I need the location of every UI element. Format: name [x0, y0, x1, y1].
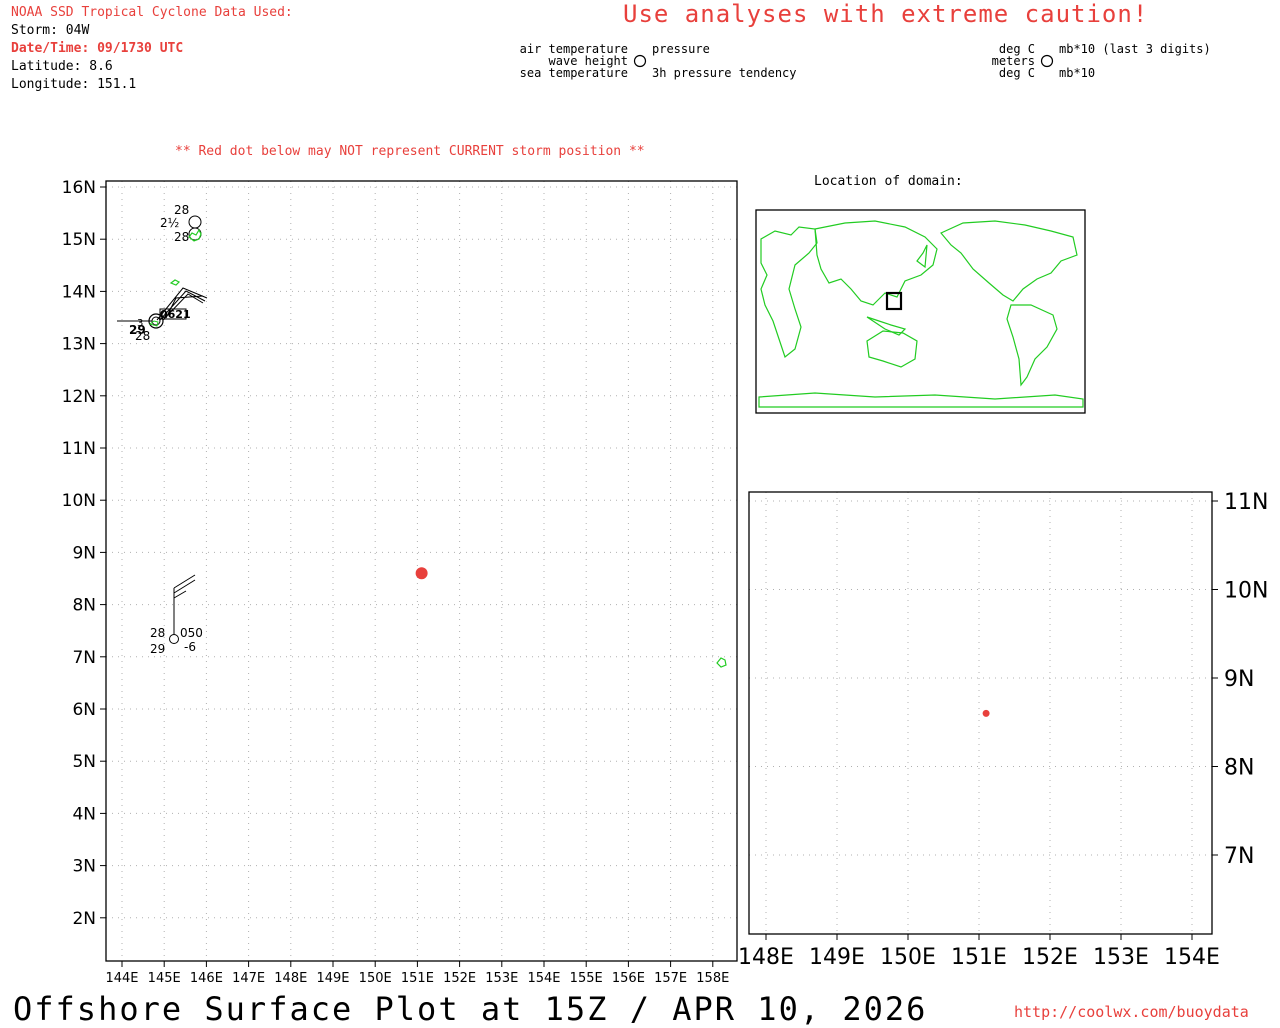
location-inset-map	[755, 209, 1086, 414]
main-lon-label: 158E	[696, 971, 729, 986]
main-lat-label: 3N	[72, 857, 96, 877]
source-line: NOAA SSD Tropical Cyclone Data Used:	[11, 5, 293, 20]
station-lower-pressure: 050	[180, 626, 203, 640]
main-lon-label: 145E	[148, 971, 181, 986]
station-cluster-label-c: 3	[137, 318, 143, 329]
zoom-lat-label: 11N	[1224, 490, 1268, 515]
inset-title: Location of domain:	[814, 174, 963, 189]
zoom-lat-label: 9N	[1224, 667, 1254, 692]
main-lon-label: 148E	[274, 971, 307, 986]
latitude: Latitude: 8.6	[11, 59, 113, 74]
main-lat-label: 5N	[72, 752, 96, 772]
station-lower-air-temp: 28	[150, 626, 165, 640]
zoom-storm-position-dot	[982, 709, 990, 717]
main-lon-label: 152E	[443, 971, 476, 986]
main-lon-label: 144E	[105, 971, 138, 986]
zoom-lon-label: 148E	[738, 945, 794, 970]
station-lower: 28 050 29 -6	[150, 574, 203, 656]
station-upper-wave: 2½	[160, 216, 179, 230]
legend-pressure: pressure	[652, 42, 710, 56]
storm-id: Storm: 04W	[11, 23, 90, 38]
main-lat-label: 7N	[72, 648, 96, 668]
station-upper-sea-temp: 28	[174, 230, 189, 244]
zoom-map: 11N 10N 9N 8N 7N 148E 149E 150E 151E 152E 153E 154E	[738, 490, 1268, 970]
main-lon-label: 154E	[527, 971, 560, 986]
station-lower-tendency: -6	[184, 640, 196, 654]
main-lat-label: 6N	[72, 700, 96, 720]
legend-station-circle-icon	[633, 54, 647, 68]
main-lon-label: 155E	[570, 971, 603, 986]
station-cluster-label-b: 28	[135, 329, 150, 343]
station-upper: 28 2½ 28	[160, 203, 202, 244]
legend-sea-temperature: sea temperature	[519, 66, 628, 80]
legend-pressure-tendency: 3h pressure tendency	[652, 66, 797, 80]
zoom-lon-label: 151E	[951, 945, 1007, 970]
main-lat-label: 9N	[72, 543, 96, 563]
station-cluster: 0621 29 28 3	[117, 279, 208, 343]
caution-warning: Use analyses with extreme caution!	[623, 0, 1149, 28]
legend-units-circle-icon	[1040, 54, 1054, 68]
legend-unit-deg-c-bottom: deg C	[998, 66, 1035, 80]
main-lat-label: 12N	[62, 387, 96, 407]
plot-title: Offshore Surface Plot at 15Z / APR 10, 2…	[13, 990, 928, 1028]
zoom-lon-label: 150E	[880, 945, 936, 970]
zoom-lon-label: 154E	[1164, 945, 1220, 970]
main-lat-label: 13N	[62, 335, 96, 355]
main-lat-label: 14N	[62, 282, 96, 302]
station-lower-circle-icon	[169, 634, 179, 644]
source-url[interactable]: http://coolwx.com/buoydata	[1014, 1003, 1249, 1021]
main-lon-label: 146E	[190, 971, 223, 986]
station-cluster-label-d: 0621	[160, 308, 191, 321]
island-cluster-coastline	[169, 279, 181, 286]
zoom-map-axis-labels: 11N 10N 9N 8N 7N 148E 149E 150E 151E 152E 153E 154E	[738, 490, 1268, 970]
main-lon-label: 149E	[316, 971, 349, 986]
zoom-lon-label: 149E	[809, 945, 865, 970]
zoom-lon-label: 153E	[1093, 945, 1149, 970]
main-lon-label: 150E	[359, 971, 392, 986]
main-lat-label: 15N	[62, 230, 96, 250]
main-lon-label: 147E	[232, 971, 265, 986]
station-lower-sea-temp: 29	[150, 642, 165, 656]
main-lat-label: 11N	[62, 439, 96, 459]
main-lon-label: 151E	[401, 971, 434, 986]
storm-position-dot	[415, 567, 428, 580]
main-lat-label: 2N	[72, 909, 96, 929]
zoom-lat-label: 7N	[1224, 844, 1254, 869]
zoom-map-frame	[748, 491, 1213, 935]
legend-unit-mb-last3: mb*10 (last 3 digits)	[1059, 42, 1211, 56]
main-lon-label: 153E	[485, 971, 518, 986]
main-lat-label: 16N	[62, 178, 96, 198]
station-upper-air-temp: 28	[174, 203, 189, 217]
station-upper-circle-icon	[188, 215, 202, 229]
longitude: Longitude: 151.1	[11, 77, 137, 92]
main-lon-label: 157E	[654, 971, 687, 986]
zoom-map-grid	[749, 492, 1218, 940]
main-lat-label: 10N	[62, 491, 96, 511]
main-map: 16N 15N 14N 13N 12N 11N 10N 9N 8N 7N 6N 5N 4N 3N 2N 144…	[62, 178, 738, 986]
zoom-lat-label: 10N	[1224, 579, 1268, 604]
date-time: Date/Time: 09/1730 UTC	[11, 41, 184, 56]
main-lon-label: 156E	[612, 971, 645, 986]
main-lat-label: 4N	[72, 804, 96, 824]
legend-unit-mb10: mb*10	[1059, 66, 1096, 80]
main-map-axis-labels: 16N 15N 14N 13N 12N 11N 10N 9N 8N 7N 6N 5N 4N 3N 2N 144…	[62, 178, 730, 986]
island-east-coastline	[716, 657, 727, 668]
red-dot-notice: ** Red dot below may NOT represent CURRE…	[175, 144, 645, 159]
zoom-lon-label: 152E	[1022, 945, 1078, 970]
main-lat-label: 8N	[72, 596, 96, 616]
zoom-lat-label: 8N	[1224, 756, 1254, 781]
